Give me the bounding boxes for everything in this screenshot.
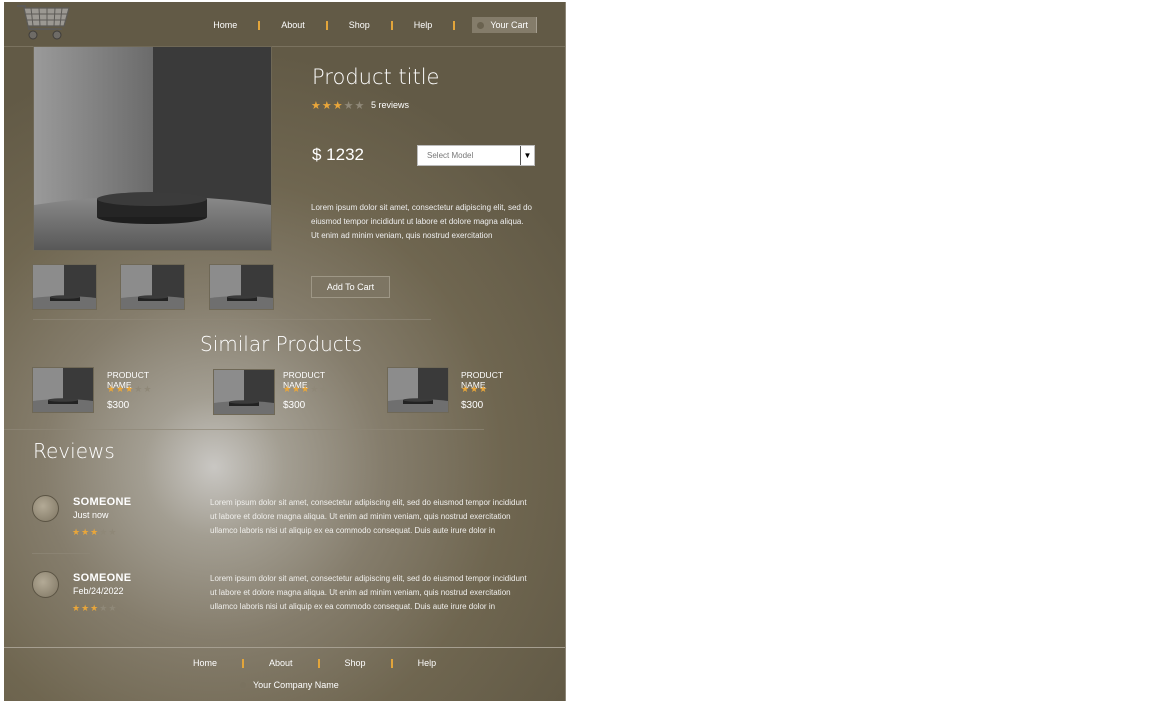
review-text: Lorem ipsum dolor sit amet, consectetur … (210, 498, 527, 535)
star-icon: ★ (301, 384, 311, 394)
product-page: Home About Shop Help Your Cart Product t… (4, 2, 566, 701)
star-icon: ★ (90, 527, 100, 537)
review-text: Lorem ipsum dolor sit amet, consectetur … (210, 574, 527, 611)
your-cart-button[interactable]: Your Cart (472, 17, 537, 33)
main-product-image[interactable] (33, 46, 272, 251)
company-name-label: Your Company Name (253, 680, 339, 690)
review-time: Feb/24/2022 (73, 586, 124, 596)
star-icon: ★ (99, 603, 109, 613)
thumbnail-1[interactable] (32, 264, 97, 310)
review-time: Just now (73, 510, 109, 520)
similar-product-rating: ★ ★ ★ ★ ★ (283, 384, 328, 395)
nav-home[interactable]: Home (213, 20, 237, 30)
nav-separator (242, 658, 245, 668)
product-description: Lorem ipsum dolor sit amet, consectetur … (311, 203, 532, 240)
star-icon: ★ (116, 384, 126, 394)
star-icon: ★ (72, 527, 82, 537)
avatar (32, 495, 59, 522)
nav-separator (317, 658, 320, 668)
star-icon: ★ (283, 384, 293, 394)
star-icon: ★ (470, 384, 480, 394)
similar-product-image[interactable] (213, 369, 275, 415)
footer-nav-home[interactable]: Home (193, 658, 217, 668)
similar-product-card-1[interactable]: PRODUCT NAME ★ ★ ★ ★ ★ $300 (32, 367, 151, 413)
reviewer-name: SOMEONE (73, 572, 132, 584)
star-icon: ★ (343, 100, 355, 112)
company-name: Your Company Name (240, 680, 339, 690)
star-icon: ★ (108, 527, 118, 537)
similar-product-image[interactable] (387, 367, 449, 413)
review-rating: ★ ★ ★ ★ ★ (72, 603, 117, 614)
star-icon: ★ (319, 384, 329, 394)
star-icon: ★ (107, 384, 117, 394)
nav-shop[interactable]: Shop (349, 20, 370, 30)
star-icon: ★ (90, 603, 100, 613)
nav-separator (258, 20, 261, 30)
product-rating: ★ ★ ★ ★ ★ (311, 99, 365, 112)
footer-nav-about[interactable]: About (269, 658, 293, 668)
section-divider (33, 319, 431, 320)
thumbnail-3[interactable] (209, 264, 274, 310)
nav-separator (390, 658, 393, 668)
nav-separator (453, 20, 456, 30)
nav-help[interactable]: Help (414, 20, 433, 30)
star-icon: ★ (99, 527, 109, 537)
star-icon: ★ (134, 384, 144, 394)
review-rating: ★ ★ ★ ★ ★ (72, 527, 117, 538)
reviews-count-link[interactable]: 5 reviews (371, 100, 409, 110)
shopping-cart-logo-icon[interactable] (15, 2, 71, 44)
star-icon: ★ (72, 603, 82, 613)
star-icon: ★ (108, 603, 118, 613)
similar-product-price: $300 (461, 400, 484, 411)
product-price: $ 1232 (312, 145, 364, 164)
similar-products-title: Similar Products (200, 332, 363, 356)
review-divider (32, 553, 90, 554)
section-divider (4, 429, 484, 430)
star-icon: ★ (479, 384, 489, 394)
footer-nav-help[interactable]: Help (418, 658, 437, 668)
top-nav: Home About Shop Help Your Cart (213, 16, 537, 34)
product-title: Product title (312, 65, 440, 89)
add-to-cart-button[interactable]: Add To Cart (311, 276, 390, 298)
footer-nav-shop[interactable]: Shop (345, 658, 366, 668)
similar-product-card-3[interactable]: PRODUCT NAME ★ ★ ★ $300 (387, 367, 503, 413)
similar-product-card-2[interactable]: PRODUCT NAME ★ ★ ★ ★ ★ $300 (213, 369, 327, 415)
star-icon: ★ (310, 384, 320, 394)
star-icon: ★ (321, 100, 333, 112)
model-select[interactable]: Select Model ▼ (417, 145, 535, 166)
star-icon: ★ (81, 603, 91, 613)
star-icon: ★ (81, 527, 91, 537)
model-select-value: Select Model (427, 151, 474, 160)
company-logo-icon (240, 682, 246, 688)
cart-icon (477, 22, 485, 29)
nav-separator (390, 20, 393, 30)
similar-product-rating: ★ ★ ★ (461, 384, 488, 395)
similar-product-rating: ★ ★ ★ ★ ★ (107, 384, 152, 395)
star-icon: ★ (292, 384, 302, 394)
review-item-1: SOMEONE Just now ★ ★ ★ ★ ★ Lorem ipsum dolor… (32, 494, 542, 544)
nav-separator (325, 20, 328, 30)
nav-about[interactable]: About (281, 20, 305, 30)
similar-product-price: $300 (107, 400, 130, 411)
thumbnail-2[interactable] (120, 264, 185, 310)
review-item-2: SOMEONE Feb/24/2022 ★ ★ ★ ★ ★ Lorem ipsum do… (32, 570, 542, 620)
footer-nav: Home About Shop Help (193, 658, 436, 668)
star-icon: ★ (125, 384, 135, 394)
avatar (32, 571, 59, 598)
cart-label: Your Cart (490, 20, 528, 30)
dropdown-arrow-icon[interactable]: ▼ (520, 146, 534, 165)
star-icon: ★ (332, 100, 344, 112)
star-icon: ★ (354, 100, 366, 112)
reviews-title: Reviews (33, 439, 115, 463)
footer (4, 647, 565, 701)
star-icon: ★ (143, 384, 153, 394)
similar-product-price: $300 (283, 400, 306, 411)
reviewer-name: SOMEONE (73, 496, 132, 508)
star-icon: ★ (311, 100, 322, 112)
similar-product-image[interactable] (32, 367, 94, 413)
star-icon: ★ (461, 384, 471, 394)
